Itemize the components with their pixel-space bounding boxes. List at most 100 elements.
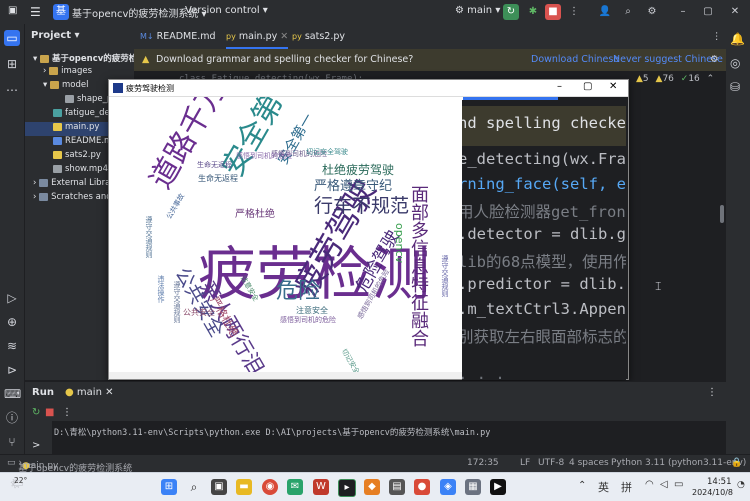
run-config-selector[interactable]: ⚙ main ▾ — [455, 5, 500, 16]
run-config-tab[interactable]: ● main ✕ — [65, 387, 113, 398]
interpreter[interactable]: Python 3.11 (python3.11-env) — [611, 458, 746, 468]
layers-icon[interactable]: ≋ — [4, 338, 20, 354]
debug-icon[interactable]: ✱ — [525, 4, 541, 20]
chrome-icon[interactable]: ◉ — [262, 479, 278, 495]
word-cloud-term: 杜绝疲劳驾驶 — [322, 163, 395, 177]
project-panel-title[interactable]: Project ▾ — [31, 30, 80, 41]
app-minimize-icon[interactable]: – — [557, 81, 562, 92]
ai-assistant-icon[interactable]: ◎ — [730, 56, 740, 70]
ime-mode[interactable]: 拼 — [621, 479, 632, 495]
minimize-window-icon[interactable]: – — [675, 4, 691, 20]
close-window-icon[interactable]: ✕ — [727, 4, 743, 20]
project-tool-icon[interactable]: ▭ — [4, 30, 20, 46]
task-view-icon[interactable]: ▣ — [211, 479, 227, 495]
search-icon[interactable]: ⌕ — [620, 4, 636, 20]
app-red-icon[interactable]: ● — [414, 479, 430, 495]
services-icon[interactable]: ⊳ — [4, 362, 20, 378]
word-cloud-term: 公共安全 — [183, 308, 215, 317]
app-maximize-icon[interactable]: ▢ — [583, 81, 592, 92]
wps-icon[interactable]: W — [313, 479, 329, 495]
taskbar-search-icon[interactable]: ⌕ — [186, 479, 202, 495]
wifi-icon[interactable]: ◠ — [645, 479, 654, 490]
tab-main[interactable]: py main.py ✕ — [226, 24, 289, 49]
settings-icon[interactable]: ⚙ — [644, 4, 660, 20]
code-line: .predictor = dlib. — [462, 275, 626, 293]
line-ending[interactable]: LF — [520, 458, 530, 468]
clock-date[interactable]: 2024/10/8 — [692, 488, 733, 497]
terminal-icon[interactable]: ⌨ — [4, 386, 21, 402]
word-cloud-term: 切记安全驾驶 — [306, 148, 348, 156]
stop-run-icon[interactable]: ■ — [45, 407, 54, 418]
word-cloud-term: 危险 — [276, 279, 321, 304]
run-tool-icon[interactable]: ▷ — [4, 290, 20, 306]
add-user-icon[interactable]: 👤 — [597, 4, 613, 20]
app-window-titlebar[interactable]: 疲劳驾驶检测 – ▢ ✕ — [109, 80, 628, 97]
run-tab-label[interactable]: Run — [32, 387, 54, 398]
database-icon[interactable]: ⛁ — [730, 80, 740, 94]
structure-tool-icon[interactable]: ⊞ — [4, 56, 20, 72]
app-orange-icon[interactable]: ◆ — [364, 479, 380, 495]
tree-item-images[interactable]: › images — [25, 66, 134, 80]
word-cloud-term: 违法操作 — [157, 275, 165, 303]
word-cloud-term: 遵守交通规则 — [173, 281, 181, 323]
code-icon — [53, 108, 62, 117]
code-line: .m_textCtrl3.Appen — [462, 300, 626, 318]
warning-icon: ▲ — [142, 54, 150, 65]
scratch-icon — [39, 192, 49, 201]
never-suggest-link[interactable]: Never suggest Chinese — [613, 54, 723, 65]
banner-settings-icon[interactable]: ⚙ — [710, 54, 719, 65]
wechat-icon[interactable]: ✉ — [287, 479, 303, 495]
more-icon[interactable]: ⋮ — [566, 4, 582, 20]
file-encoding[interactable]: UTF-8 — [538, 458, 564, 468]
file-explorer-icon[interactable]: ▬ — [236, 479, 252, 495]
app-close-icon[interactable]: ✕ — [609, 81, 617, 92]
tree-item-root[interactable]: ▾ 基于opencv的疲劳检测系统 — [25, 52, 134, 66]
grammar-banner: ▲ Download grammar and spelling checker … — [134, 49, 726, 71]
rerun-icon[interactable]: ↻ — [503, 4, 519, 20]
app-window-title: 疲劳驾驶检测 — [126, 84, 174, 93]
pycharm-icon[interactable]: ▸ — [338, 479, 356, 497]
tab-readme[interactable]: M↓ README.md — [140, 24, 216, 49]
vcs-branch-icon[interactable]: ⑂ — [4, 434, 20, 450]
run-more-icon[interactable]: ⋮ — [62, 407, 72, 418]
notifications-icon[interactable]: 🔔 — [730, 32, 745, 46]
ime-lang[interactable]: 英 — [598, 479, 609, 495]
run-console[interactable]: D:\青松\python3.11-env\Scripts\python.exe … — [52, 421, 726, 454]
indent-setting[interactable]: 4 spaces — [569, 458, 609, 468]
inspection-widget[interactable]: ▲5 ▲76 ✓16 ⌃ — [636, 74, 714, 84]
battery-icon[interactable]: ▭ — [674, 479, 683, 490]
word-cloud-term: 严格遵章守纪 — [314, 179, 393, 194]
app-gray-icon[interactable]: ▦ — [465, 479, 481, 495]
app-logo-icon[interactable]: ▣ — [8, 5, 17, 16]
stop-icon[interactable]: ■ — [545, 4, 561, 20]
notification-center-icon[interactable]: ◔ — [737, 480, 745, 490]
problems-icon[interactable]: ⓘ — [4, 410, 20, 426]
volume-icon[interactable]: ◁ — [660, 479, 668, 490]
breadcrumb[interactable]: ▭ 基于opencv的疲劳检测系统 › ● main.py — [7, 458, 132, 474]
tab-options-icon[interactable]: ⋮ — [712, 24, 722, 49]
app-blue-icon[interactable]: ◈ — [440, 479, 456, 495]
clock-time[interactable]: 14:51 — [707, 477, 732, 487]
more-tools-icon[interactable]: ⋯ — [4, 82, 20, 98]
word-cloud-term: 注意安全 — [296, 306, 328, 315]
rerun-run-icon[interactable]: ↻ — [32, 407, 40, 418]
python-packages-icon[interactable]: ⊕ — [4, 314, 20, 330]
word-cloud-term: 感悟到司机的危险 — [280, 316, 336, 324]
editor-scrollbar[interactable] — [720, 205, 724, 223]
main-menu-icon[interactable]: ☰ — [30, 5, 41, 19]
lock-icon[interactable]: 🔒 — [731, 458, 742, 468]
caret-position[interactable]: 172:35 — [467, 458, 499, 468]
tab-sats2[interactable]: py sats2.py — [292, 24, 345, 49]
app-black-icon[interactable]: ▶ — [490, 479, 506, 495]
tray-chevron-icon[interactable]: ⌃ — [578, 480, 586, 491]
run-options-icon[interactable]: ⋮ — [707, 387, 717, 398]
python-icon — [53, 150, 62, 159]
library-icon — [39, 178, 49, 187]
vcs-menu[interactable]: Version control ▾ — [185, 5, 268, 16]
console-command: D:\青松\python3.11-env\Scripts\python.exe … — [54, 428, 491, 438]
start-icon[interactable]: ⊞ — [161, 479, 177, 495]
file-icon — [65, 94, 74, 103]
download-chinese-link[interactable]: Download Chinese — [531, 54, 619, 65]
app-dark-icon[interactable]: ▤ — [389, 479, 405, 495]
maximize-window-icon[interactable]: ▢ — [700, 4, 716, 20]
